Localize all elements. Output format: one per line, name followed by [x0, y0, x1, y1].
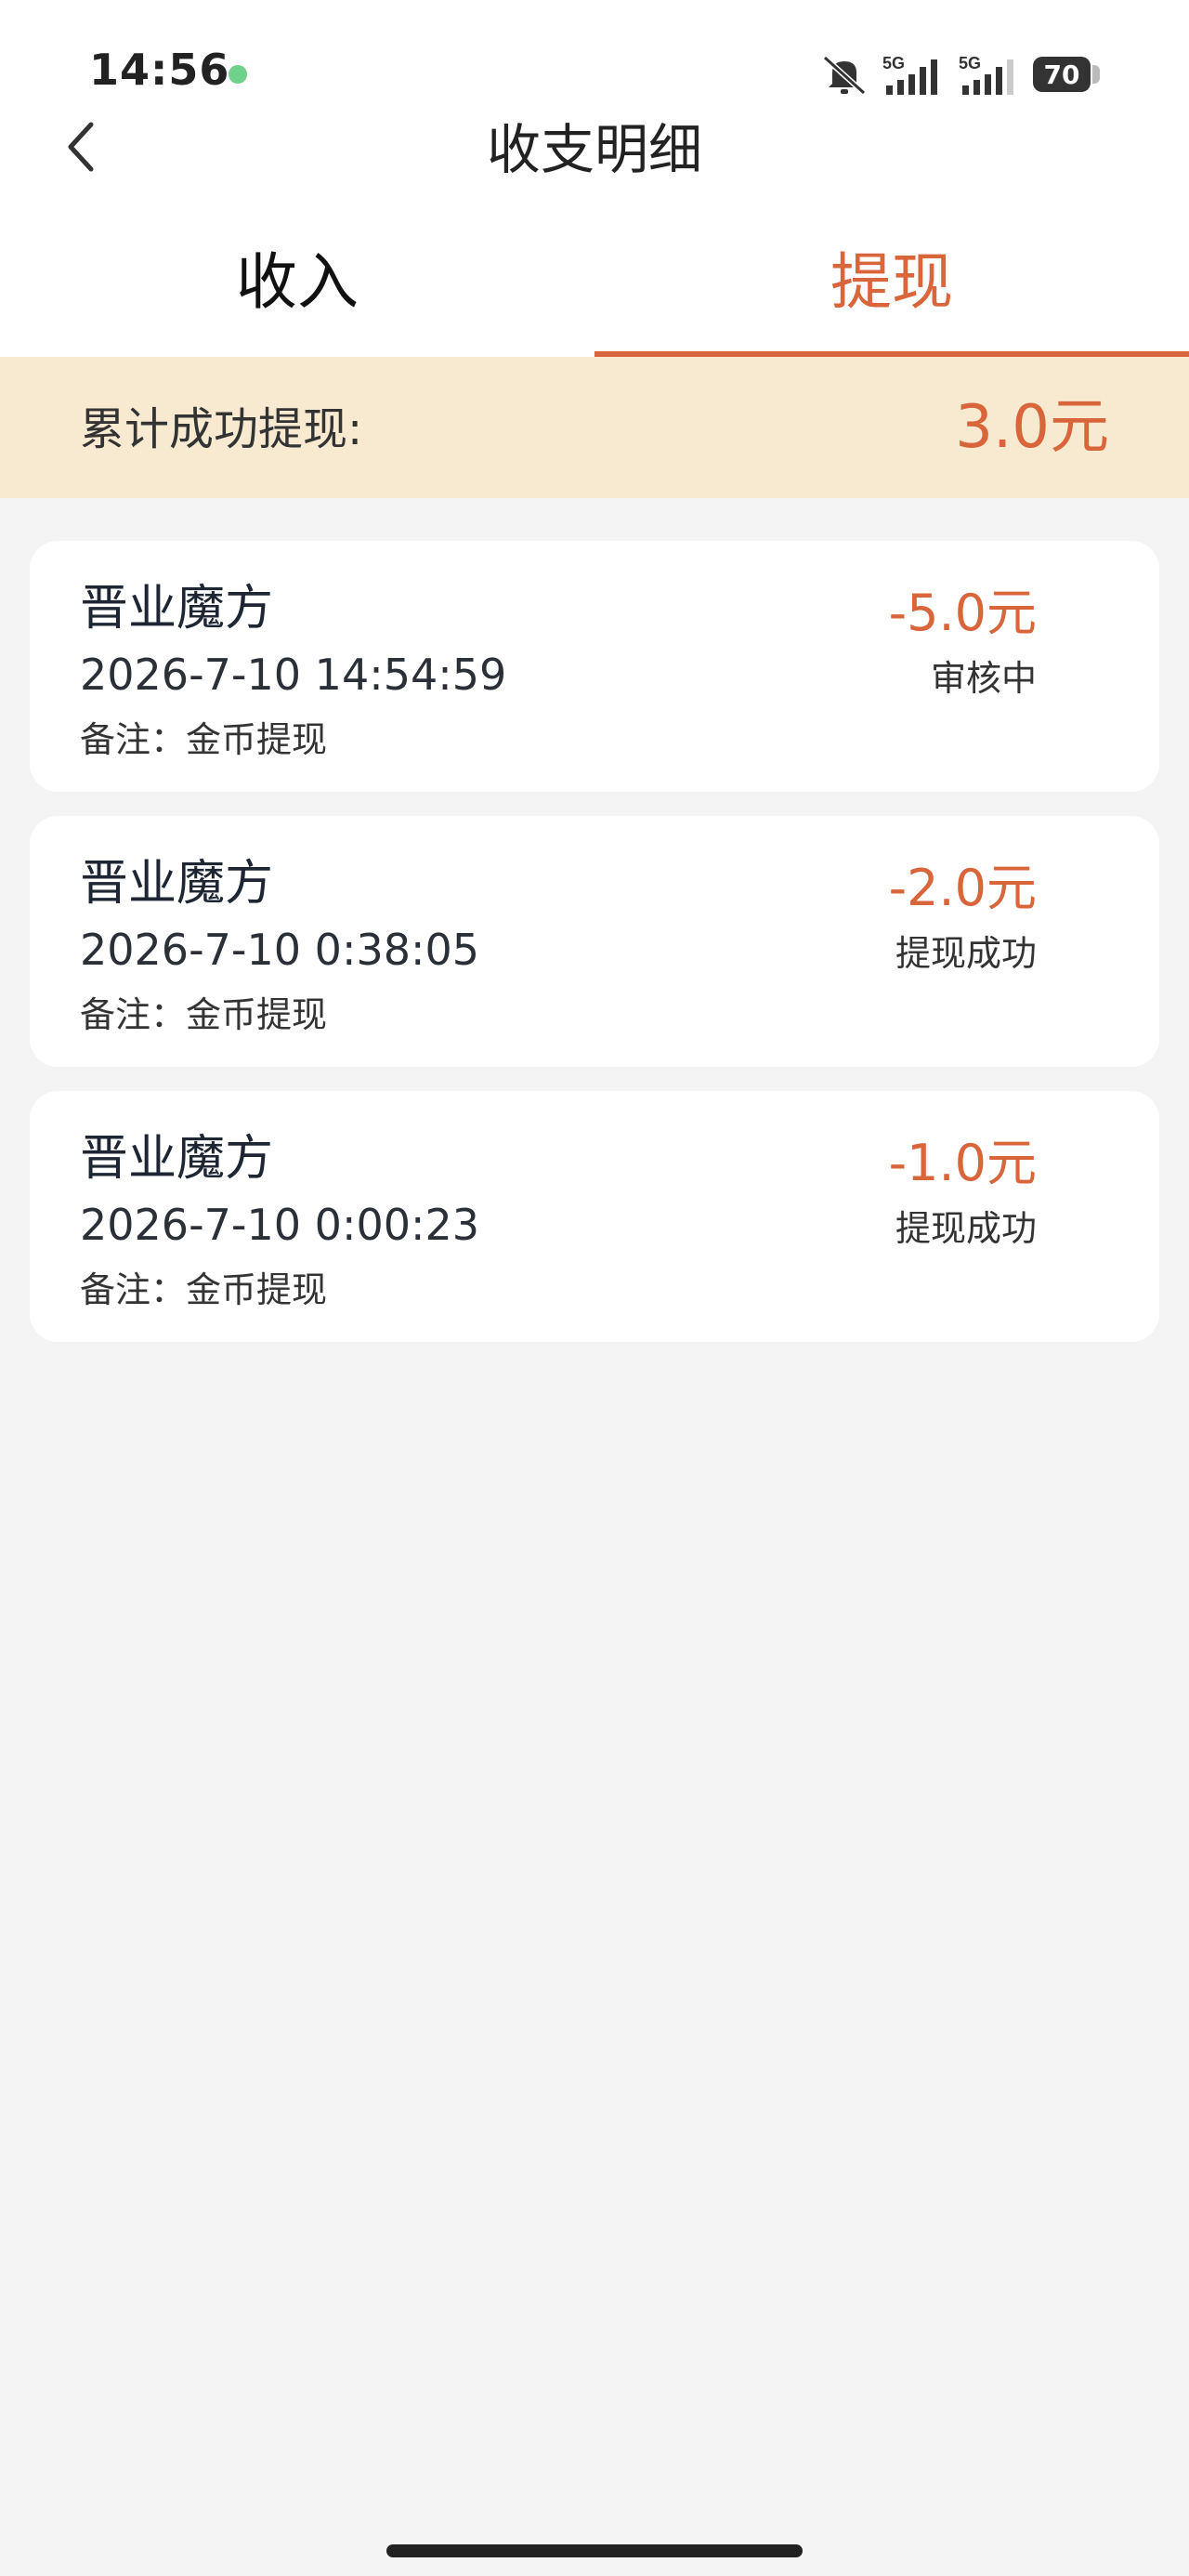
record-time: 2026-7-10 0:00:23 [80, 1200, 480, 1250]
battery-tip [1092, 65, 1100, 84]
location-indicator-icon [229, 65, 247, 84]
signal-5g-icon: 5G [881, 52, 946, 97]
record-name: 晋业魔方 [80, 1131, 274, 1187]
record-amount: -1.0元 [888, 1134, 1037, 1192]
tab-income-label: 收入 [236, 246, 359, 318]
record-name: 晋业魔方 [80, 581, 274, 637]
status-time: 14:56 [89, 45, 230, 95]
tab-withdraw-label: 提现 [830, 246, 953, 318]
battery-icon: 70 [1033, 57, 1091, 92]
home-indicator[interactable] [386, 2544, 803, 2557]
list-item[interactable]: 晋业魔方 2026-7-10 14:54:59 备注：金币提现 -5.0元 审核… [30, 541, 1159, 792]
record-note: 备注：金币提现 [80, 1269, 328, 1310]
record-note: 备注：金币提现 [80, 719, 328, 760]
record-name: 晋业魔方 [80, 856, 274, 912]
list-item[interactable]: 晋业魔方 2026-7-10 0:00:23 备注：金币提现 -1.0元 提现成… [30, 1091, 1159, 1342]
chevron-left-icon [63, 119, 100, 178]
summary-total-value: 3.0元 [955, 393, 1109, 462]
withdraw-summary-banner: 累计成功提现: 3.0元 [0, 357, 1189, 498]
tab-income[interactable]: 收入 [0, 223, 594, 361]
tab-withdraw[interactable]: 提现 [594, 223, 1189, 357]
mute-bell-icon [819, 52, 869, 97]
summary-label: 累计成功提现: [80, 403, 363, 455]
record-status: 提现成功 [895, 1208, 1037, 1249]
signal-1-label: 5G [882, 54, 905, 72]
status-icons: 5G 5G 70 [819, 48, 1100, 100]
withdraw-record-list: 晋业魔方 2026-7-10 14:54:59 备注：金币提现 -5.0元 审核… [30, 541, 1159, 1366]
record-time: 2026-7-10 0:38:05 [80, 925, 480, 975]
back-button[interactable] [45, 112, 119, 186]
record-note: 备注：金币提现 [80, 994, 328, 1035]
record-amount: -5.0元 [888, 584, 1037, 642]
record-status: 提现成功 [895, 933, 1037, 974]
record-time: 2026-7-10 14:54:59 [80, 650, 507, 700]
tab-bar: 收入 提现 [0, 223, 1189, 361]
list-item[interactable]: 晋业魔方 2026-7-10 0:38:05 备注：金币提现 -2.0元 提现成… [30, 816, 1159, 1067]
signal-5g-icon-2: 5G [957, 52, 1022, 97]
page-title: 收支明细 [486, 118, 702, 181]
record-status: 审核中 [930, 658, 1037, 699]
signal-2-label: 5G [959, 54, 981, 72]
record-amount: -2.0元 [888, 859, 1037, 917]
battery-level: 70 [1043, 59, 1080, 90]
